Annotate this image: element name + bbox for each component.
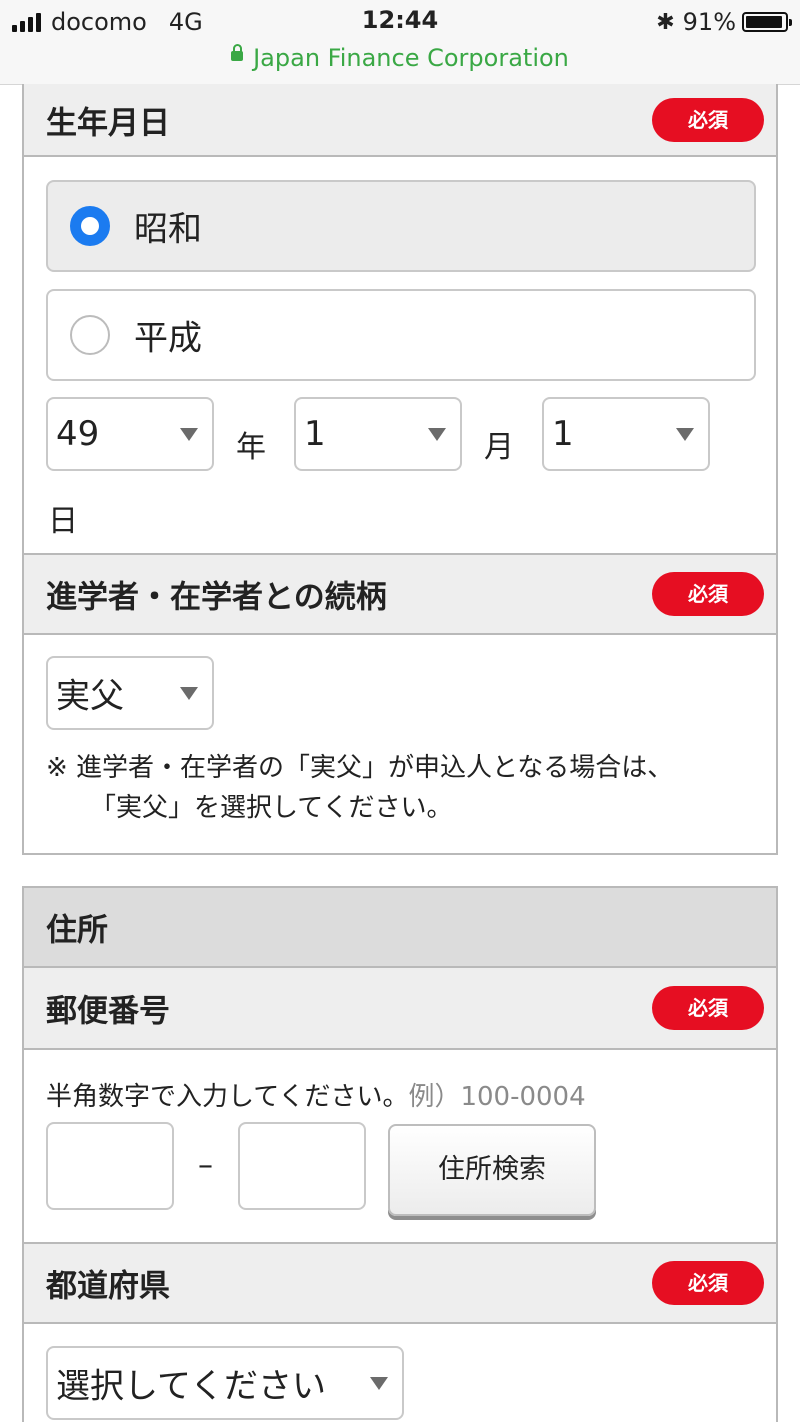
year-select[interactable]: 49 xyxy=(46,397,214,471)
era-option-showa[interactable]: 昭和 xyxy=(46,180,756,272)
chevron-down-icon xyxy=(180,428,198,441)
relationship-value: 実父 xyxy=(56,676,124,717)
month-unit: 月 xyxy=(484,430,514,465)
prefecture-value: 選択してください xyxy=(56,1366,326,1407)
day-value: 1 xyxy=(552,414,574,454)
applicant-form-section: 生年月日 必須 昭和 平成 49 年 1 月 1 日 進学者・在学者との続柄 必… xyxy=(22,84,778,855)
url-bar[interactable]: Japan Finance Corporation xyxy=(0,44,800,72)
battery-icon xyxy=(742,12,792,32)
prefecture-select[interactable]: 選択してください xyxy=(46,1346,404,1420)
required-badge: 必須 xyxy=(652,572,764,616)
prefecture-header: 都道府県 必須 xyxy=(24,1242,776,1324)
birthdate-label: 生年月日 xyxy=(46,105,170,141)
note-line: 「実父」を選択してください。 xyxy=(90,793,453,823)
day-select[interactable]: 1 xyxy=(542,397,710,471)
note-line: ※ 進学者・在学者の「実父」が申込人となる場合は、 xyxy=(46,753,674,783)
month-select[interactable]: 1 xyxy=(294,397,462,471)
relationship-note: ※ 進学者・在学者の「実父」が申込人となる場合は、 「実父」を選択してください。 xyxy=(46,748,673,828)
postal-example: 例）100-0004 xyxy=(408,1082,586,1112)
required-badge: 必須 xyxy=(652,986,764,1030)
month-value: 1 xyxy=(304,414,326,454)
status-bar: docomo 4G 12:44 ✱ 91% Japan Finance Corp… xyxy=(0,0,800,85)
bluetooth-icon: ✱ xyxy=(656,9,675,35)
required-badge: 必須 xyxy=(652,1261,764,1305)
postal-code-header: 郵便番号 必須 xyxy=(24,968,776,1050)
birthdate-header: 生年月日 必須 xyxy=(24,84,776,157)
prefecture-label: 都道府県 xyxy=(46,1268,170,1305)
relationship-label: 進学者・在学者との続柄 xyxy=(46,579,387,616)
postal-hint-text: 半角数字で入力してください。 xyxy=(46,1082,409,1112)
chevron-down-icon xyxy=(180,687,198,700)
day-unit: 日 xyxy=(48,504,78,539)
chevron-down-icon xyxy=(676,428,694,441)
era-label: 昭和 xyxy=(134,209,202,250)
postal-code-input-2[interactable] xyxy=(238,1122,366,1210)
postal-code-label: 郵便番号 xyxy=(46,993,170,1030)
era-option-heisei[interactable]: 平成 xyxy=(46,289,756,381)
relationship-header: 進学者・在学者との続柄 必須 xyxy=(24,553,776,635)
lock-icon xyxy=(231,44,244,61)
relationship-select[interactable]: 実父 xyxy=(46,656,214,730)
postal-separator: – xyxy=(198,1148,213,1183)
year-unit: 年 xyxy=(236,430,266,465)
required-badge: 必須 xyxy=(652,97,764,142)
status-right: ✱ 91% xyxy=(656,8,792,36)
postal-code-input-1[interactable] xyxy=(46,1122,174,1210)
era-label: 平成 xyxy=(134,318,202,359)
year-value: 49 xyxy=(56,414,100,454)
postal-hint: 半角数字で入力してください。例）100-0004 xyxy=(46,1076,586,1113)
address-section: 住所 郵便番号 必須 半角数字で入力してください。例）100-0004 – 住所… xyxy=(22,886,778,1422)
battery-percent: 91% xyxy=(682,8,736,36)
address-title: 住所 xyxy=(46,912,108,949)
address-title-bar: 住所 xyxy=(24,888,776,968)
chevron-down-icon xyxy=(428,428,446,441)
address-search-button[interactable]: 住所検索 xyxy=(388,1124,596,1216)
radio-unchecked-icon xyxy=(70,315,110,355)
chevron-down-icon xyxy=(370,1377,388,1390)
site-name: Japan Finance Corporation xyxy=(253,44,569,72)
radio-checked-icon xyxy=(70,206,110,246)
